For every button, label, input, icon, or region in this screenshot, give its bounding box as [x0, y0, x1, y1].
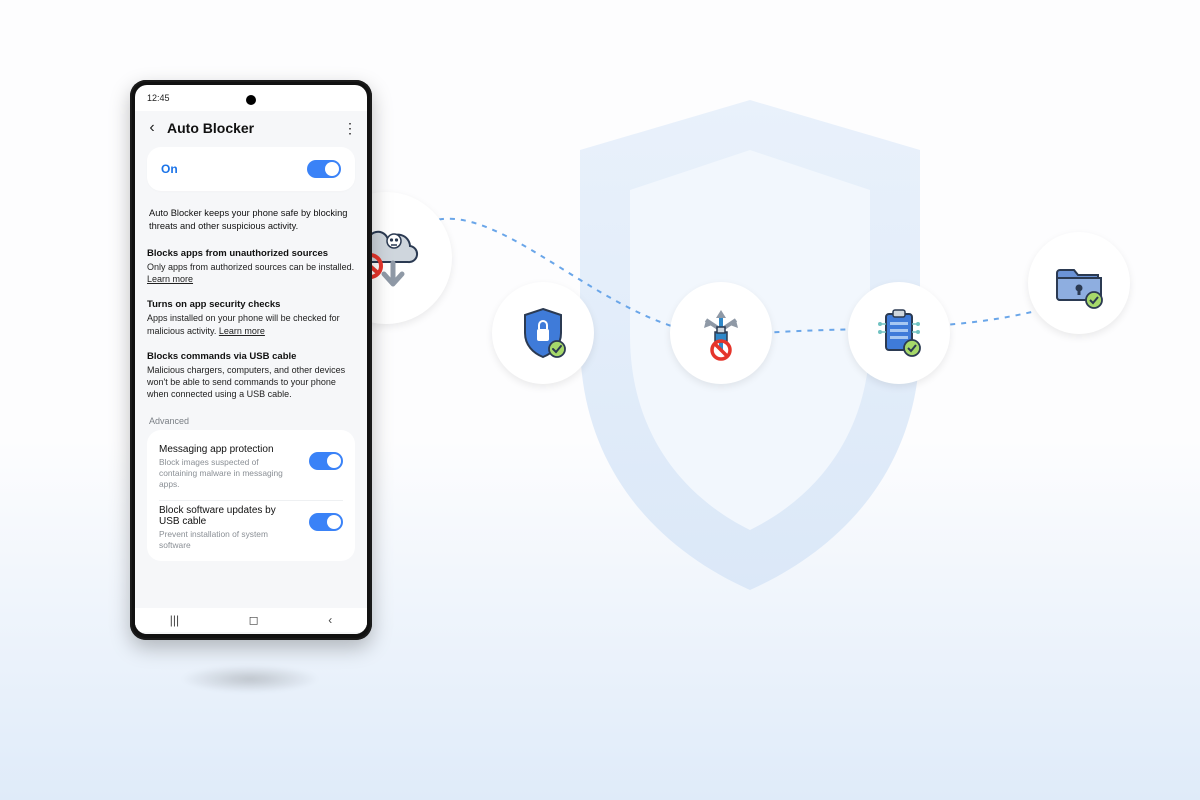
advanced-title: Block software updates by USB cable — [159, 505, 299, 527]
master-toggle[interactable] — [307, 160, 341, 178]
section-body: Malicious chargers, computers, and other… — [147, 362, 355, 408]
master-toggle-card[interactable]: On — [147, 147, 355, 191]
section-heading: Turns on app security checks — [147, 293, 355, 310]
shield-lock-check-icon — [513, 303, 573, 363]
advanced-label: Advanced — [147, 408, 355, 430]
intro-text: Auto Blocker keeps your phone safe by bl… — [147, 201, 355, 242]
feature-shield-lock — [492, 282, 594, 384]
more-icon[interactable]: ⋮ — [343, 120, 357, 137]
advanced-card: Messaging app protection Block images su… — [147, 430, 355, 561]
clipboard-check-icon — [868, 302, 930, 364]
phone-frame: 12:45 ‹ Auto Blocker ⋮ On Auto Blocker k… — [130, 80, 372, 640]
phone-screen: 12:45 ‹ Auto Blocker ⋮ On Auto Blocker k… — [135, 85, 367, 634]
learn-more-link[interactable]: Learn more — [147, 274, 193, 284]
feature-clipboard-check — [848, 282, 950, 384]
section-heading: Blocks commands via USB cable — [147, 345, 355, 362]
recents-icon[interactable]: ||| — [170, 613, 179, 627]
messaging-protection-toggle[interactable] — [309, 452, 343, 470]
advanced-row-block-usb-updates[interactable]: Block software updates by USB cable Prev… — [159, 501, 343, 561]
section-body: Only apps from authorized sources can be… — [147, 259, 355, 293]
advanced-row-messaging-protection[interactable]: Messaging app protection Block images su… — [159, 440, 343, 500]
back-nav-icon[interactable]: ‹ — [328, 613, 332, 627]
advanced-subtitle: Prevent installation of system software — [159, 529, 299, 551]
block-usb-updates-toggle[interactable] — [309, 513, 343, 531]
section-body: Apps installed on your phone will be che… — [147, 310, 355, 344]
feature-secure-folder — [1028, 232, 1130, 334]
app-bar: ‹ Auto Blocker ⋮ — [135, 111, 367, 147]
status-time: 12:45 — [147, 93, 170, 103]
camera-punch-hole — [246, 95, 256, 105]
on-label: On — [161, 162, 178, 176]
secure-folder-icon — [1048, 252, 1110, 314]
home-icon[interactable]: ◻ — [249, 613, 259, 627]
back-icon[interactable]: ‹ — [145, 119, 159, 137]
phone-shadow — [180, 665, 320, 693]
android-nav-bar: ||| ◻ ‹ — [135, 608, 367, 632]
page-title: Auto Blocker — [167, 120, 343, 136]
usb-block-icon — [690, 302, 752, 364]
feature-usb-block — [670, 282, 772, 384]
section-heading: Blocks apps from unauthorized sources — [147, 242, 355, 259]
advanced-subtitle: Block images suspected of containing mal… — [159, 457, 299, 490]
advanced-title: Messaging app protection — [159, 444, 299, 455]
learn-more-link[interactable]: Learn more — [219, 326, 265, 336]
